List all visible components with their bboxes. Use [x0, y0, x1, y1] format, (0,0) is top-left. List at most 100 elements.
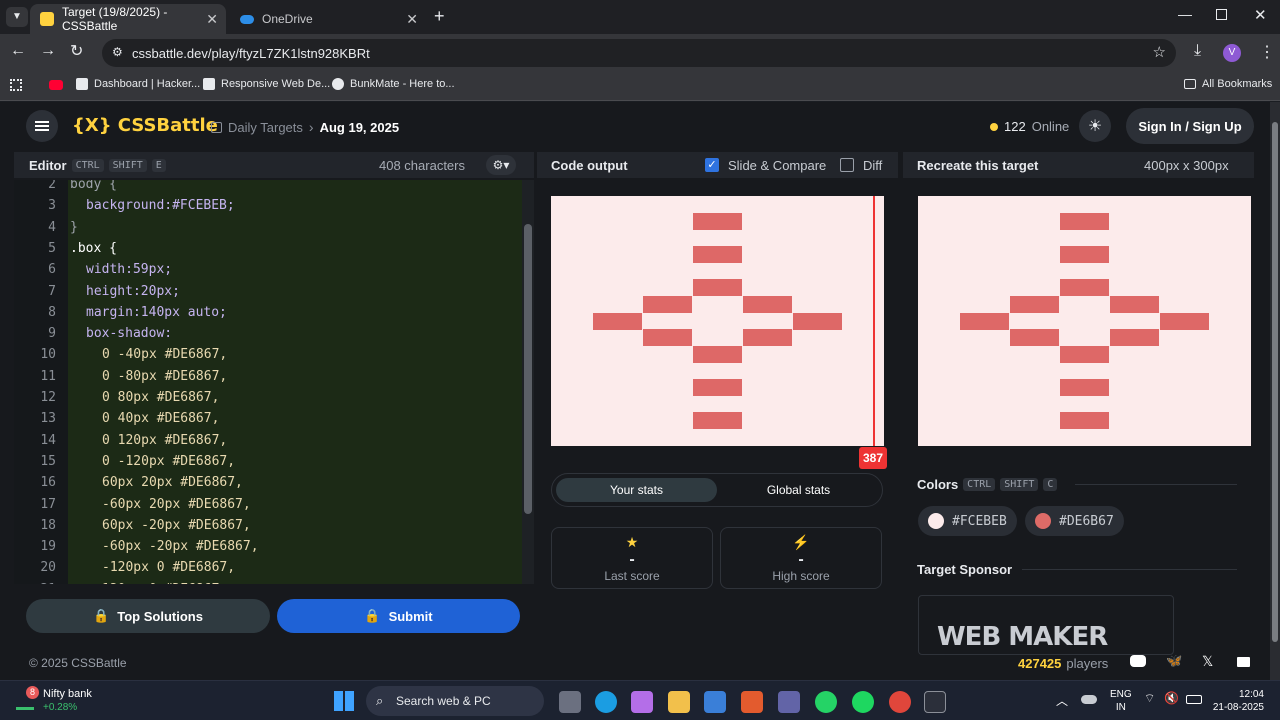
editor-settings-button[interactable]: ⚙▾: [486, 155, 516, 175]
discord-icon[interactable]: [1130, 655, 1146, 667]
bookmark-star-icon[interactable]: ☆: [1153, 43, 1166, 61]
code-line: 60px -20px #DE6867,: [102, 517, 251, 533]
site-info-icon[interactable]: ⚙: [112, 45, 123, 59]
breadcrumb-daily-targets[interactable]: Daily Targets: [228, 120, 303, 135]
page-scrollbar[interactable]: [1270, 102, 1280, 680]
wifi-icon[interactable]: ⌔: [1144, 691, 1155, 706]
kbd-key: SHIFT: [1000, 478, 1039, 491]
tray-chevron-icon[interactable]: ︿: [1056, 692, 1068, 709]
bookmark-responsive[interactable]: Responsive Web De...: [203, 78, 330, 90]
pattern-bar: [692, 279, 742, 297]
slide-compare-checkbox[interactable]: ✓: [705, 158, 719, 172]
page-scroll-thumb[interactable]: [1272, 122, 1278, 642]
line-number: 9: [48, 326, 56, 342]
new-tab-icon[interactable]: +: [434, 6, 445, 27]
sun-icon: ☀: [1087, 118, 1103, 135]
lang-line-2: IN: [1115, 702, 1126, 713]
app-icon[interactable]: [741, 691, 763, 713]
diff-checkbox[interactable]: [840, 158, 854, 172]
task-view-icon[interactable]: [559, 691, 581, 713]
code-line: 0 -120px #DE6867,: [102, 453, 236, 469]
clock[interactable]: 12:04 21-08-2025: [1208, 688, 1264, 714]
target-header: Recreate this target 400px x 300px: [903, 152, 1254, 178]
color-chip[interactable]: #DE6B67: [1025, 506, 1124, 536]
color-hex: #FCEBEB: [952, 513, 1007, 529]
back-icon[interactable]: ←: [10, 42, 26, 60]
copyright: © 2025 CSSBattle: [29, 656, 127, 670]
close-tab-icon[interactable]: ✕: [406, 11, 418, 28]
profile-avatar[interactable]: V: [1223, 44, 1241, 62]
all-bookmarks[interactable]: All Bookmarks: [1184, 78, 1272, 90]
file-explorer-icon[interactable]: [668, 691, 690, 713]
editor-scrollbar[interactable]: [522, 180, 534, 584]
more-menu-icon[interactable]: ⋮: [1259, 42, 1275, 62]
tab-your-stats[interactable]: Your stats: [556, 478, 717, 502]
lock-icon: 🔒: [364, 608, 381, 623]
tab-global-stats[interactable]: Global stats: [718, 478, 879, 502]
pattern-bar: [642, 295, 692, 313]
spotify-icon[interactable]: [852, 691, 874, 713]
slide-compare-label[interactable]: Slide & Compare: [728, 158, 826, 173]
diff-label[interactable]: Diff: [863, 158, 882, 173]
battery-icon[interactable]: [1186, 695, 1202, 704]
url-input[interactable]: ⚙ cssbattle.dev/play/ftyzL7ZK1lstn928KBR…: [102, 39, 1176, 67]
edge-icon[interactable]: [595, 691, 617, 713]
forward-icon[interactable]: →: [40, 42, 56, 60]
tab-cssbattle[interactable]: Target (19/8/2025) - CSSBattle ✕: [30, 4, 226, 34]
sign-in-button[interactable]: Sign In / Sign Up: [1126, 108, 1254, 144]
compare-slider-line[interactable]: [873, 196, 875, 446]
bookmark-bunkmate[interactable]: BunkMate - Here to...: [332, 78, 455, 90]
online-count: 122: [1004, 119, 1026, 134]
windows-start-icon[interactable]: [334, 691, 354, 711]
whatsapp-icon[interactable]: [815, 691, 837, 713]
high-score-label: High score: [772, 569, 830, 583]
volume-icon[interactable]: 🔇: [1164, 691, 1179, 705]
store-icon[interactable]: [704, 691, 726, 713]
folder-icon: [1184, 79, 1196, 89]
slider-value-badge: 387: [859, 447, 887, 469]
tab-onedrive[interactable]: OneDrive ✕: [230, 4, 426, 34]
mail-icon[interactable]: [1237, 657, 1250, 667]
cssbattle-page: {X} CSSBattle Daily Targets › Aug 19, 20…: [0, 102, 1270, 680]
stock-widget[interactable]: 8 Nifty bank +0.28%: [16, 686, 126, 716]
chrome-icon[interactable]: [889, 691, 911, 713]
minimize-icon[interactable]: —: [1178, 6, 1192, 22]
pattern-bar: [642, 329, 692, 347]
tab-list-button[interactable]: ▼: [6, 7, 28, 27]
copilot-icon[interactable]: [631, 691, 653, 713]
tab-title: OneDrive: [262, 12, 313, 26]
maximize-icon[interactable]: [1216, 9, 1227, 20]
editor-scroll-thumb[interactable]: [524, 224, 532, 514]
hamburger-menu-button[interactable]: [26, 110, 58, 142]
youtube-icon[interactable]: [49, 80, 63, 90]
breadcrumb-date: Aug 19, 2025: [319, 119, 400, 135]
taskbar-search[interactable]: ⌕ Search web & PC: [366, 686, 544, 716]
download-icon[interactable]: ⤓: [1194, 42, 1201, 60]
code-output-canvas[interactable]: [551, 196, 884, 446]
stock-name: Nifty bank: [43, 688, 92, 700]
theme-toggle-button[interactable]: ☀: [1079, 110, 1111, 142]
line-number: 15: [40, 453, 56, 469]
onedrive-tray-icon[interactable]: [1081, 695, 1097, 704]
top-solutions-button[interactable]: 🔒 Top Solutions: [26, 599, 270, 633]
terminal-icon[interactable]: [924, 691, 946, 713]
sponsor-label: Target Sponsor: [917, 562, 1013, 577]
color-chip[interactable]: #FCEBEB: [918, 506, 1017, 536]
reload-icon[interactable]: ↻: [70, 41, 83, 61]
close-window-icon[interactable]: ✕: [1254, 6, 1267, 24]
pattern-bar: [960, 312, 1010, 330]
x-icon[interactable]: 𝕏: [1202, 653, 1213, 670]
bookmark-hackerrank[interactable]: Dashboard | Hacker...: [76, 78, 200, 90]
submit-button[interactable]: 🔒 Submit: [277, 599, 520, 633]
apps-icon[interactable]: [10, 79, 22, 91]
target-size: 400px x 300px: [1144, 157, 1229, 173]
sponsor-card[interactable]: WEB MAKER: [918, 595, 1174, 655]
close-tab-icon[interactable]: ✕: [206, 11, 218, 28]
language-indicator[interactable]: ENG IN: [1110, 688, 1132, 714]
cssbattle-logo[interactable]: {X} CSSBattle: [72, 115, 218, 136]
bluesky-icon[interactable]: 🦋: [1166, 653, 1182, 669]
pattern-bar: [1059, 345, 1109, 363]
bunkmate-icon: [332, 78, 344, 90]
teams-icon[interactable]: [778, 691, 800, 713]
code-editor[interactable]: 2 3 4 5 6 7 8 9 10 11 12 13 14 15 16 17 18 19 20 21 body {b…: [14, 180, 534, 584]
